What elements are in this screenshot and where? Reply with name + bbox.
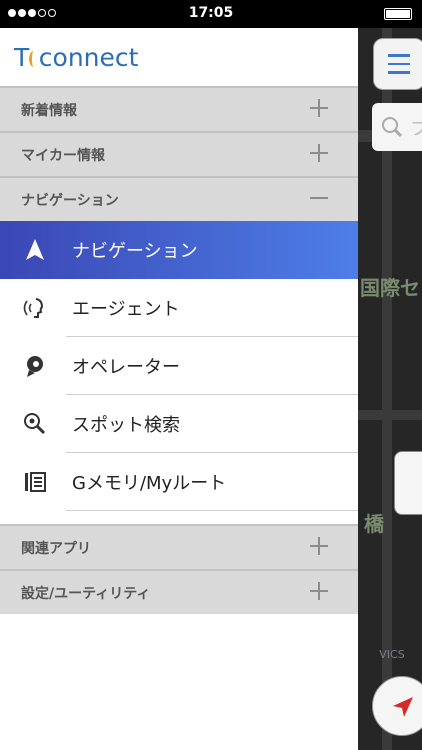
menu-item-label: ナビゲーション: [72, 241, 198, 262]
expand-icon: [310, 144, 328, 162]
logo-mark-icon: [28, 51, 38, 67]
navigation-arrow-icon: [22, 237, 48, 263]
category-label: マイカー情報: [21, 147, 105, 164]
category-label: 関連アプリ: [21, 540, 91, 557]
menu-item-label: オペレーター: [72, 357, 180, 378]
location-arrow-icon: [393, 697, 413, 717]
operator-icon: [22, 353, 48, 379]
map-label: 橋: [364, 512, 384, 536]
status-bar: 17:05: [0, 0, 422, 28]
collapse-icon: [310, 189, 328, 207]
expand-icon: [310, 537, 328, 555]
category-label: 新着情報: [21, 102, 77, 119]
menu-item-spot-search[interactable]: スポット検索: [0, 395, 358, 453]
map-menu-button[interactable]: [373, 38, 422, 90]
menu-item-navigation[interactable]: ナビゲーション: [0, 221, 358, 279]
category-label: ナビゲーション: [21, 192, 119, 209]
menu-item-label: スポット検索: [72, 415, 180, 436]
logo-text: connect: [38, 42, 139, 72]
category-news[interactable]: 新着情報: [0, 86, 358, 131]
map-search-box[interactable]: フ: [372, 103, 422, 151]
logo-prefix: T: [14, 42, 30, 72]
expand-icon: [310, 99, 328, 117]
side-drawer: 17:05 T connect 新着情報 マイカー情報 ナビゲーション ナビゲー…: [0, 0, 422, 750]
expand-icon: [310, 582, 328, 600]
menu-item-agent[interactable]: エージェント: [0, 279, 358, 337]
map-label: VICS: [379, 648, 405, 661]
battery-icon: [384, 8, 412, 20]
category-label: 設定/ユーティリティ: [21, 585, 151, 602]
search-icon: [382, 117, 403, 138]
menu-item-operator[interactable]: オペレーター: [0, 337, 358, 395]
map-side-panel[interactable]: [394, 451, 422, 515]
gmemory-route-icon: [22, 469, 48, 495]
category-mycar[interactable]: マイカー情報: [0, 131, 358, 176]
category-related-apps[interactable]: 関連アプリ: [0, 524, 358, 569]
app-logo: T connect: [0, 28, 358, 86]
spot-search-icon: [22, 411, 48, 437]
category-navigation[interactable]: ナビゲーション: [0, 176, 358, 221]
menu-item-label: Gメモリ/Myルート: [72, 473, 227, 494]
search-placeholder: フ: [410, 119, 422, 140]
menu-item-gmemory[interactable]: Gメモリ/Myルート: [0, 453, 358, 511]
divider: [66, 510, 358, 511]
voice-agent-icon: [22, 295, 48, 321]
status-time: 17:05: [188, 5, 234, 21]
menu-item-label: エージェント: [72, 299, 180, 320]
map-label: 国際セン: [360, 276, 422, 300]
category-settings[interactable]: 設定/ユーティリティ: [0, 569, 358, 614]
